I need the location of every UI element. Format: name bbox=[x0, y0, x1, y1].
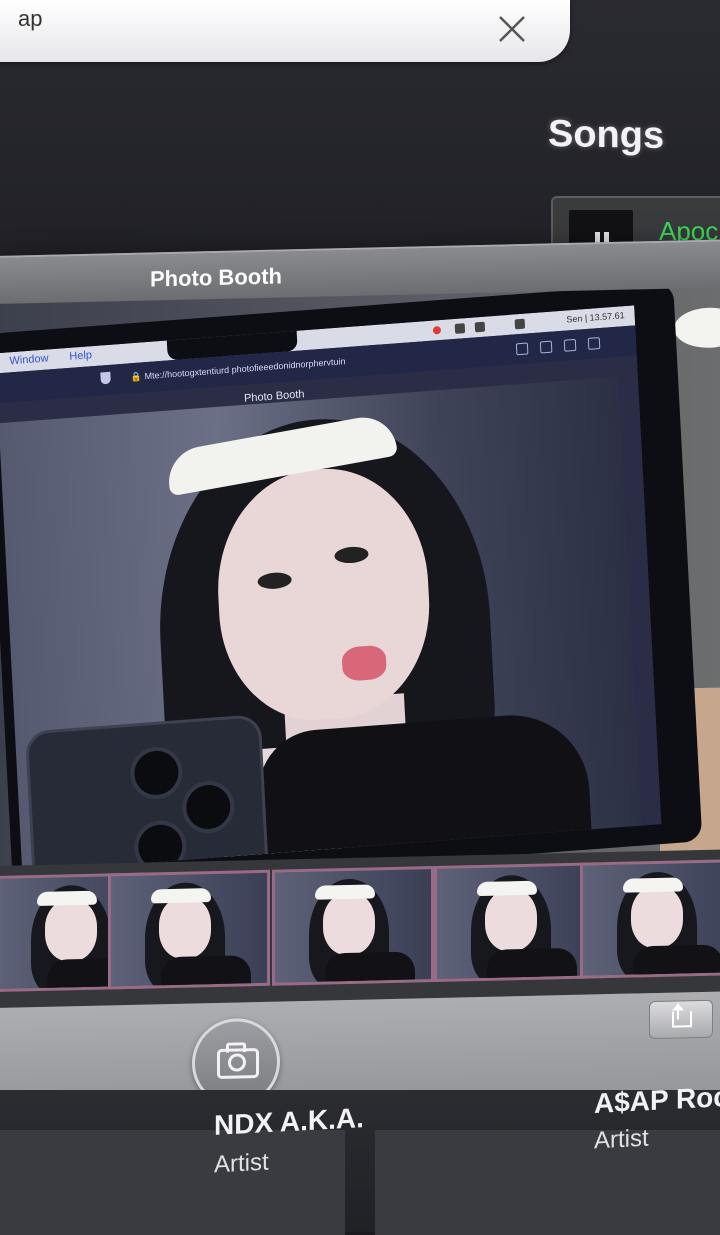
camera-lens-shape bbox=[180, 779, 236, 835]
songs-section-title: Songs bbox=[548, 112, 665, 158]
browser-url: Mte://hootogxtentiurd photofieeedonidnor… bbox=[144, 356, 346, 382]
download-icon bbox=[515, 342, 529, 356]
camera-lens-shape bbox=[129, 745, 184, 801]
share-icon bbox=[677, 1003, 679, 1020]
status-icon bbox=[474, 321, 486, 333]
face-shape bbox=[485, 888, 537, 952]
thumbnail-strip bbox=[0, 849, 720, 1008]
photo-thumbnail[interactable] bbox=[580, 859, 720, 979]
window-title: Photo Booth bbox=[150, 263, 282, 292]
black-top-shape bbox=[255, 709, 596, 873]
share-button[interactable] bbox=[649, 999, 713, 1040]
selfie-image bbox=[0, 376, 642, 873]
camera-preview: Window Help Sen | 13.57.61 🔒 Mte://hooto… bbox=[0, 287, 720, 905]
black-top-shape bbox=[633, 944, 720, 979]
phone-shape bbox=[24, 714, 270, 873]
photo-booth-window: Photo Booth Window Help Sen | 13.57.61 🔒… bbox=[0, 239, 720, 1137]
share-icon bbox=[672, 1011, 692, 1028]
headband-shape bbox=[315, 884, 375, 900]
face-shape bbox=[631, 885, 683, 949]
face-shape bbox=[159, 896, 211, 960]
laptop-in-preview: Window Help Sen | 13.57.61 🔒 Mte://hooto… bbox=[0, 287, 703, 893]
photo-thumbnail[interactable] bbox=[108, 869, 270, 990]
menu-item-window: Window bbox=[9, 352, 49, 368]
add-tab-icon bbox=[563, 338, 577, 352]
black-top-shape bbox=[487, 947, 577, 983]
artist-role: Artist bbox=[214, 1148, 269, 1179]
shield-icon bbox=[100, 371, 111, 385]
headband-shape bbox=[477, 880, 537, 897]
record-dot-icon bbox=[432, 325, 442, 335]
artist-role: Artist bbox=[594, 1124, 649, 1155]
photo-thumbnail[interactable] bbox=[272, 866, 434, 986]
menu-clock: Sen | 13.57.61 bbox=[566, 310, 625, 325]
tabs-icon bbox=[587, 337, 601, 350]
share-icon bbox=[539, 340, 553, 354]
face-shape bbox=[323, 892, 375, 956]
artist-card[interactable] bbox=[0, 1130, 345, 1235]
black-top-shape bbox=[325, 951, 415, 986]
menu-item-help: Help bbox=[69, 349, 93, 363]
headband-shape bbox=[37, 890, 97, 907]
artists-row: NDX A.K.A. Artist A$AP Rock Artist bbox=[0, 1080, 720, 1235]
black-top-shape bbox=[161, 955, 251, 990]
search-input[interactable]: ap bbox=[18, 6, 42, 32]
status-icon bbox=[454, 323, 466, 334]
photo-thumbnail[interactable] bbox=[434, 862, 596, 983]
headband-shape bbox=[623, 877, 683, 893]
lock-icon: 🔒 bbox=[130, 371, 143, 383]
headband-shape bbox=[151, 888, 211, 904]
artist-name[interactable]: A$AP Rock bbox=[594, 1080, 720, 1120]
face-shape bbox=[45, 898, 97, 962]
close-icon[interactable] bbox=[495, 12, 529, 46]
wifi-icon bbox=[514, 318, 526, 330]
artist-card[interactable] bbox=[375, 1130, 720, 1235]
search-bar[interactable]: ap bbox=[0, 0, 570, 62]
lamp-shape bbox=[674, 306, 720, 349]
laptop-screen: Window Help Sen | 13.57.61 🔒 Mte://hooto… bbox=[0, 305, 662, 873]
